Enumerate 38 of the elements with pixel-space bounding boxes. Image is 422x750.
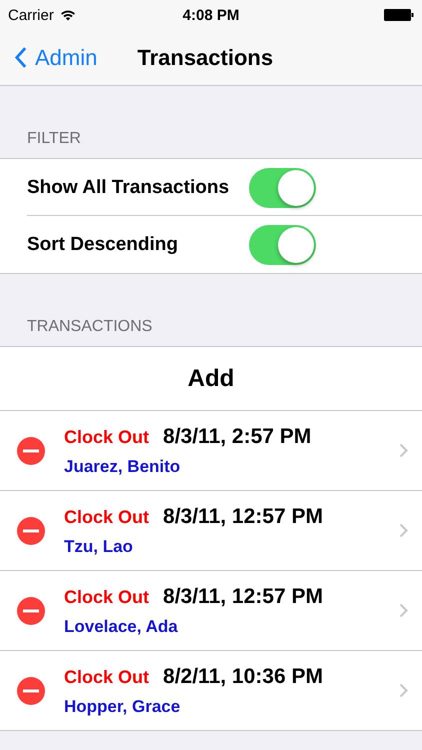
transaction-row[interactable]: Clock Out 8/3/11, 12:57 PM Lovelace, Ada [0,571,422,651]
chevron-right-icon [399,523,408,538]
employee-name: Hopper, Grace [64,696,182,716]
delete-icon[interactable] [16,596,46,626]
nav-title: Transactions [137,44,274,70]
section-header: TRANSACTIONS [27,318,152,336]
transaction-date: 8/3/11, 12:57 PM [163,584,323,608]
section-header: FILTER [27,130,81,148]
toggle-switch[interactable] [249,224,316,264]
transaction-type: Clock Out [64,586,150,608]
transaction-row[interactable]: Clock Out 8/3/11, 2:57 PM Juarez, Benito [0,411,422,491]
employee-name: Tzu, Lao [64,536,134,556]
delete-icon[interactable] [16,436,46,466]
transaction-type: Clock Out [64,506,150,528]
transaction-row[interactable]: Clock Out 8/2/11, 10:36 PM Hopper, Grace [0,651,422,731]
delete-icon[interactable] [16,676,46,706]
back-label: Admin [35,44,98,70]
transaction-date: 8/2/11, 10:36 PM [163,664,323,688]
setting-label: Show All Transactions [27,176,230,198]
delete-icon[interactable] [16,516,46,546]
employee-name: Lovelace, Ada [64,616,179,636]
back-button[interactable]: Admin [14,44,98,70]
carrier-name: Carrier [8,6,54,24]
toggle-switch[interactable] [249,168,316,208]
chevron-right-icon [399,603,408,618]
transaction-date: 8/3/11, 2:57 PM [163,424,312,448]
wifi-icon [60,9,76,21]
employee-name: Juarez, Benito [64,456,182,476]
chevron-right-icon [399,443,408,458]
status-time: 4:08 PM [182,6,240,24]
battery-icon [384,9,414,21]
transaction-row[interactable]: Clock Out 8/3/11, 12:57 PM Tzu, Lao [0,491,422,571]
transaction-date: 8/3/11, 12:57 PM [163,504,323,528]
transaction-type: Clock Out [64,666,150,688]
chevron-right-icon [399,683,408,698]
transaction-type: Clock Out [64,426,150,448]
setting-label: Sort Descending [27,234,178,256]
chevron-left-icon [14,46,27,69]
